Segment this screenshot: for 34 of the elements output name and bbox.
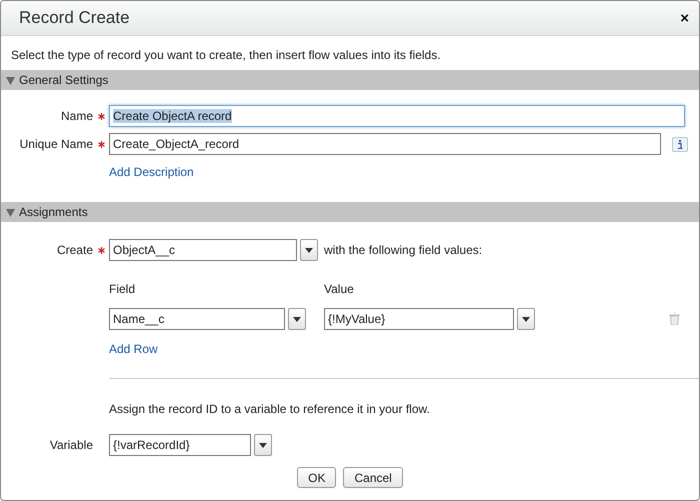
column-header: Field: [109, 282, 136, 296]
dropdown-button[interactable]: [517, 308, 535, 330]
section-header[interactable]: Assignments: [1, 202, 699, 222]
close-button[interactable]: ×: [678, 10, 691, 26]
collapse-triangle-icon[interactable]: [6, 208, 15, 216]
caret-icon: [522, 316, 530, 322]
helper-text: with the following field values:: [324, 243, 482, 257]
variable-select[interactable]: {!varRecordId}: [109, 434, 251, 456]
cancel-button[interactable]: Cancel: [343, 467, 403, 488]
field-label: Name: [60, 109, 93, 123]
dropdown-button[interactable]: [300, 239, 318, 261]
field-select[interactable]: Name__c: [109, 308, 285, 330]
caret-icon: [293, 316, 301, 322]
value-select[interactable]: {!MyValue}: [324, 308, 514, 330]
field-label: Unique Name: [18, 137, 93, 151]
text-field[interactable]: Create_ObjectA_record: [109, 133, 661, 155]
intro-text: Select the type of record you want to create, then insert flow values into its fields.: [10, 47, 442, 64]
dropdown-button[interactable]: [288, 308, 306, 330]
instruction-text: Assign the record ID to a variable to reference it in your flow.: [109, 402, 431, 416]
collapse-triangle-icon[interactable]: [6, 76, 15, 84]
field-label: Variable: [48, 438, 93, 452]
caret-icon: [259, 442, 267, 448]
object-select[interactable]: ObjectA__c: [109, 239, 297, 261]
ok-button[interactable]: OK: [297, 467, 336, 488]
section-header[interactable]: General Settings: [1, 70, 699, 90]
column-header: Value: [324, 282, 355, 296]
add-row-link[interactable]: Add Row: [109, 342, 324, 356]
dropdown-button[interactable]: [254, 434, 272, 456]
field-label: Create: [56, 243, 93, 257]
window-title: Record Create: [19, 8, 130, 28]
caret-icon: [305, 248, 313, 252]
info-icon[interactable]: [672, 136, 688, 152]
text-field[interactable]: Create ObjectA record: [109, 105, 685, 127]
add-description-link[interactable]: Add Description: [109, 165, 699, 179]
